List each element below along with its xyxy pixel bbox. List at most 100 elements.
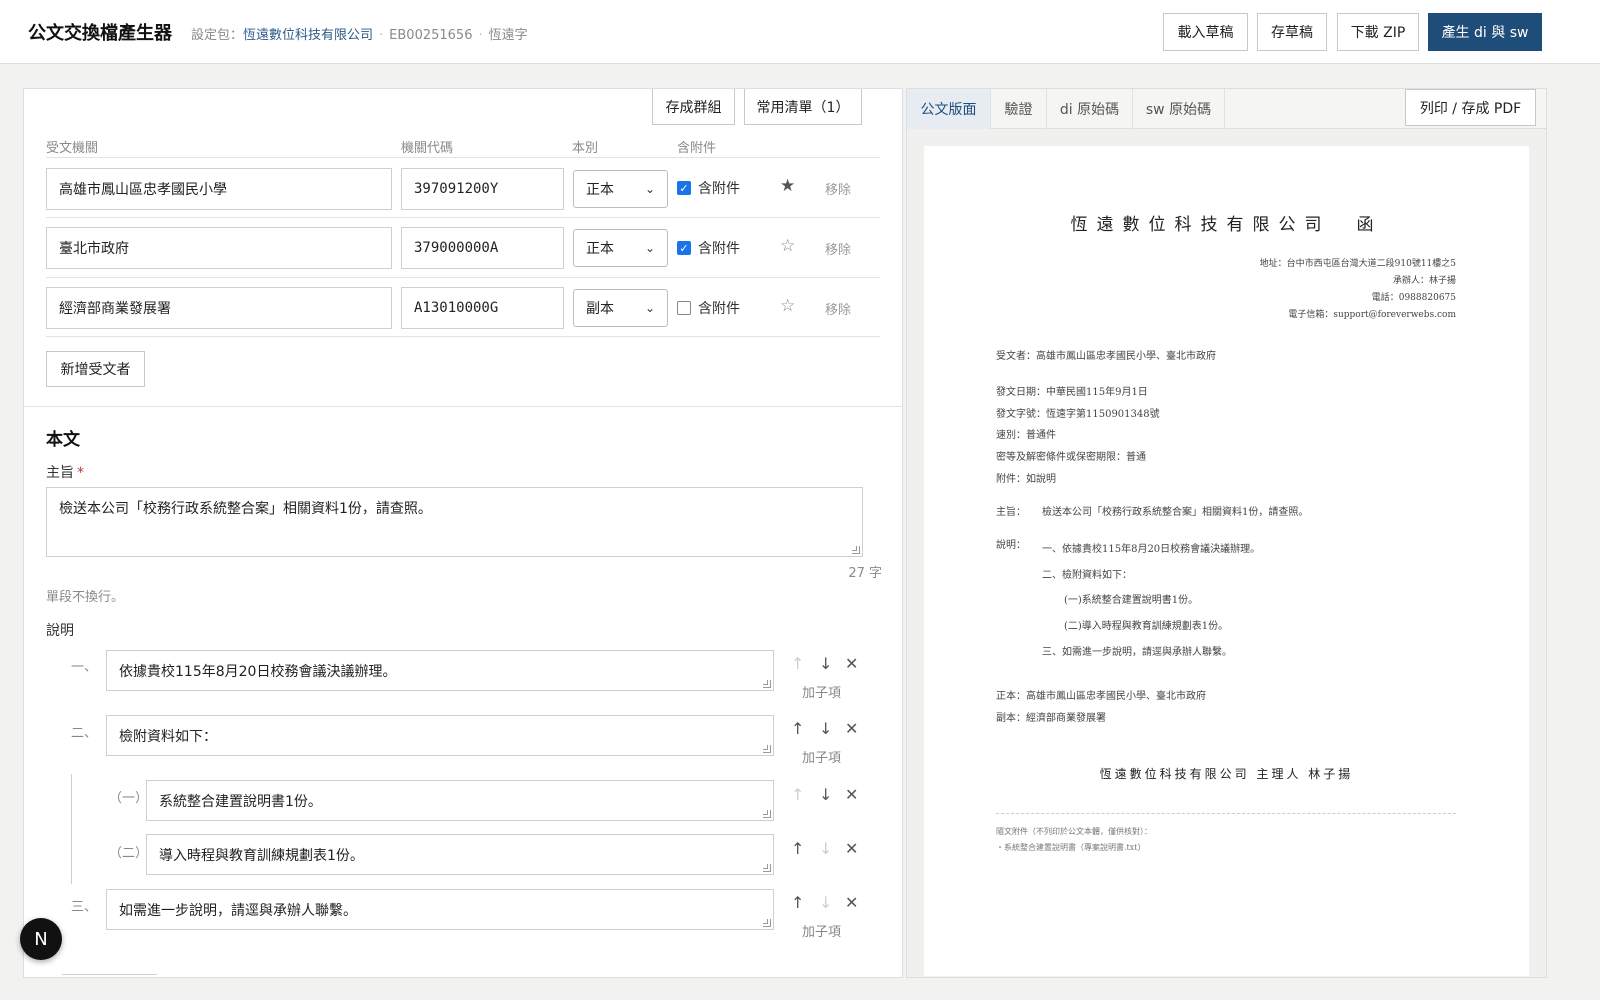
doc-explain-2: 二、檢附資料如下： xyxy=(1042,570,1132,581)
recipient-org-input[interactable]: 高雄市鳳山區忠孝國民小學 xyxy=(46,168,392,210)
subitem-indent-bar xyxy=(71,774,72,884)
resize-handle-icon[interactable] xyxy=(763,745,771,753)
remove-button[interactable]: 移除 xyxy=(825,179,851,198)
doc-explain-3: 三、如需進一步說明，請逕與承辦人聯繫。 xyxy=(1042,647,1232,658)
move-down-icon[interactable]: ↓ xyxy=(819,654,832,673)
doc-handler: 承辦人：林子揚 xyxy=(1392,276,1456,286)
copy-type-select[interactable]: 副本 ⌄ xyxy=(573,289,668,327)
doc-signature: 恆遠數位科技有限公司 主理人 林子揚 xyxy=(1099,767,1354,781)
doc-explain-1: 一、依據貴校115年8月20日校務會議決議辦理。 xyxy=(1042,544,1261,555)
recipient-org-input[interactable]: 臺北市政府 xyxy=(46,227,392,269)
print-pdf-button[interactable]: 列印 / 存成 PDF xyxy=(1405,89,1536,126)
delete-item-icon[interactable]: ✕ xyxy=(845,719,858,738)
resize-handle-icon[interactable] xyxy=(763,810,771,818)
add-recipient-button[interactable]: 新增受文者 xyxy=(46,351,145,387)
nextjs-badge-icon[interactable]: N xyxy=(20,918,62,960)
save-draft-button[interactable]: 存草稿 xyxy=(1257,13,1327,51)
resize-handle-icon[interactable] xyxy=(763,864,771,872)
doc-explain-label: 說明： xyxy=(996,540,1026,551)
subject-textarea[interactable]: 檢送本公司「校務行政系統整合案」相關資料1份，請查照。 xyxy=(46,487,863,557)
char-count: 27 字 xyxy=(848,566,882,581)
doc-subject-label: 主旨： xyxy=(996,507,1026,518)
column-header-code: 機關代碼 xyxy=(401,141,454,156)
item-number: 一、 xyxy=(71,660,98,675)
divider xyxy=(46,217,880,218)
meta-separator: · xyxy=(379,28,384,43)
item-number: 二、 xyxy=(71,726,98,741)
tab-di-source[interactable]: di 原始碼 xyxy=(1047,89,1133,129)
explain-subitem-textarea[interactable]: 導入時程與教育訓練規劃表1份。 xyxy=(146,834,774,875)
subject-label-text: 主旨 xyxy=(46,465,74,481)
delete-item-icon[interactable]: ✕ xyxy=(845,785,858,804)
explain-item-textarea[interactable]: 依據貴校115年8月20日校務會議決議辦理。 xyxy=(106,650,774,691)
attach-checkbox[interactable]: 含附件 xyxy=(677,298,740,318)
move-up-icon: ↑ xyxy=(791,785,805,804)
resize-handle-icon[interactable] xyxy=(763,680,771,688)
doc-date: 發文日期：中華民國115年9月1日 xyxy=(996,387,1148,398)
copy-type-value: 副本 xyxy=(586,301,614,317)
delete-item-icon[interactable]: ✕ xyxy=(845,839,858,858)
attach-label: 含附件 xyxy=(698,241,740,257)
move-down-icon[interactable]: ↓ xyxy=(819,785,832,804)
attach-checkbox[interactable]: ✓ 含附件 xyxy=(677,178,740,198)
resize-handle-icon[interactable] xyxy=(763,919,771,927)
column-header-copy: 本別 xyxy=(572,141,599,156)
add-subitem-button[interactable]: 加子項 xyxy=(802,682,841,701)
common-list-button[interactable]: 常用清單（1） xyxy=(744,89,862,125)
doc-divider xyxy=(996,813,1456,814)
explain-item-text: 如需進一步說明，請逕與承辦人聯繫。 xyxy=(119,903,357,919)
move-up-icon[interactable]: ↑ xyxy=(791,893,804,912)
star-outline-icon[interactable]: ☆ xyxy=(780,296,795,316)
add-subitem-button[interactable]: 加子項 xyxy=(802,921,841,940)
download-zip-button[interactable]: 下載 ZIP xyxy=(1337,13,1419,51)
item-number: （一） xyxy=(109,791,149,806)
tab-sw-source[interactable]: sw 原始碼 xyxy=(1133,89,1225,129)
explain-item-textarea[interactable]: 檢附資料如下： xyxy=(106,715,774,756)
recipient-code-input[interactable]: A13010000G xyxy=(401,287,564,329)
add-subitem-button[interactable]: 加子項 xyxy=(802,747,841,766)
explain-item-textarea[interactable]: 如需進一步說明，請逕與承辦人聯繫。 xyxy=(106,889,774,930)
recipient-code-input[interactable]: 397091200Y xyxy=(401,168,564,210)
copy-type-select[interactable]: 正本 ⌄ xyxy=(573,170,668,208)
move-down-icon[interactable]: ↓ xyxy=(819,719,832,738)
doc-attachment-item: ・系統整合建置說明書（專案說明書.txt） xyxy=(996,843,1146,852)
company-link[interactable]: 恆遠數位科技有限公司 xyxy=(243,28,373,43)
move-down-icon: ↓ xyxy=(819,893,833,912)
generate-button[interactable]: 產生 di 與 sw xyxy=(1428,13,1542,51)
doc-receiver: 受文者：高雄市鳳山區忠孝國民小學、臺北市政府 xyxy=(996,351,1216,362)
save-group-button[interactable]: 存成群組 xyxy=(652,89,735,125)
doc-main-copy: 正本：高雄市鳳山區忠孝國民小學、臺北市政府 xyxy=(996,691,1206,702)
tab-document-layout[interactable]: 公文版面 xyxy=(907,89,991,129)
explain-item-text: 導入時程與教育訓練規劃表1份。 xyxy=(159,848,364,864)
subject-hint: 單段不換行。 xyxy=(46,590,125,605)
star-outline-icon[interactable]: ☆ xyxy=(780,236,795,256)
star-filled-icon[interactable]: ★ xyxy=(780,176,795,196)
recipient-org-input[interactable]: 經濟部商業發展署 xyxy=(46,287,392,329)
subject-text: 檢送本公司「校務行政系統整合案」相關資料1份，請查照。 xyxy=(59,501,432,517)
explain-item-text: 依據貴校115年8月20日校務會議決議辦理。 xyxy=(119,664,397,680)
move-up-icon: ↑ xyxy=(791,654,805,673)
doc-explain-2b: (二)導入時程與教育訓練規劃表1份。 xyxy=(1064,621,1229,632)
doc-subject: 檢送本公司「校務行政系統整合案」相關資料1份，請查照。 xyxy=(1042,507,1309,518)
partial-button-edge xyxy=(62,974,157,980)
delete-item-icon[interactable]: ✕ xyxy=(845,893,858,912)
attach-label: 含附件 xyxy=(698,301,740,317)
remove-button[interactable]: 移除 xyxy=(825,299,851,318)
copy-type-select[interactable]: 正本 ⌄ xyxy=(573,229,668,267)
attach-label: 含附件 xyxy=(698,181,740,197)
editor-panel: 存成群組 常用清單（1） 受文機關 機關代碼 本別 含附件 高雄市鳳山區忠孝國民… xyxy=(23,88,903,978)
tab-validate[interactable]: 驗證 xyxy=(991,89,1047,129)
remove-button[interactable]: 移除 xyxy=(825,239,851,258)
delete-item-icon[interactable]: ✕ xyxy=(845,654,858,673)
load-draft-button[interactable]: 載入草稿 xyxy=(1163,13,1248,51)
explain-subitem-textarea[interactable]: 系統整合建置說明書1份。 xyxy=(146,780,774,821)
move-up-icon[interactable]: ↑ xyxy=(791,839,804,858)
chevron-down-icon: ⌄ xyxy=(644,241,655,255)
document-word: 恆遠字 xyxy=(488,28,528,43)
recipient-code-input[interactable]: 379000000A xyxy=(401,227,564,269)
move-down-icon: ↓ xyxy=(819,839,833,858)
resize-handle-icon[interactable] xyxy=(852,546,860,554)
attach-checkbox[interactable]: ✓ 含附件 xyxy=(677,238,740,258)
move-up-icon[interactable]: ↑ xyxy=(791,719,804,738)
doc-explain-2a: (一)系統整合建置說明書1份。 xyxy=(1064,595,1199,606)
